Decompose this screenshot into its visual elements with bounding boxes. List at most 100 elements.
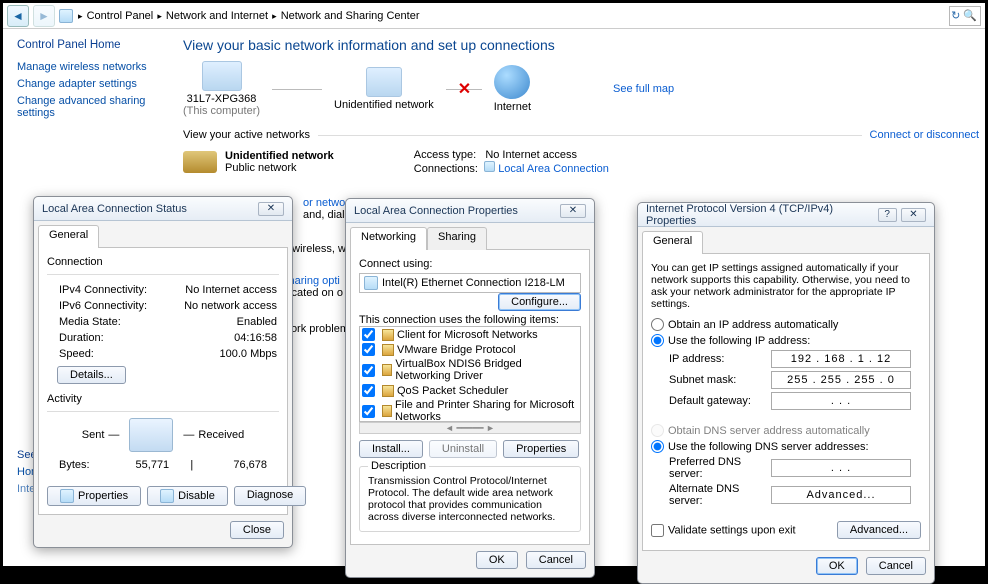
item-check[interactable] bbox=[362, 364, 375, 377]
item-properties-button[interactable]: Properties bbox=[503, 440, 579, 458]
component-item[interactable]: VMware Bridge Protocol bbox=[397, 344, 516, 356]
tab-sharing[interactable]: Sharing bbox=[427, 227, 487, 250]
search-input[interactable]: ↻ 🔍 bbox=[949, 6, 981, 26]
uses-label: This connection uses the following items… bbox=[359, 314, 581, 326]
diagnose-button[interactable]: Diagnose bbox=[234, 486, 306, 506]
dialog-connection-properties: Local Area Connection Properties ✕ Netwo… bbox=[345, 198, 595, 578]
subnet-field[interactable]: 255 . 255 . 255 . 0 bbox=[771, 371, 911, 389]
refresh-icon[interactable]: ↻ bbox=[951, 9, 960, 22]
tab-general[interactable]: General bbox=[642, 231, 703, 254]
sidebar-link-wireless[interactable]: Manage wireless networks bbox=[17, 61, 163, 73]
radio-ip-manual-label: Use the following IP address: bbox=[668, 335, 810, 347]
status-dialog-title: Local Area Connection Status bbox=[42, 203, 187, 215]
radio-ip-auto-label: Obtain an IP address automatically bbox=[668, 319, 838, 331]
close-icon[interactable]: ✕ bbox=[258, 202, 284, 216]
pref-dns-label: Preferred DNS server: bbox=[651, 456, 771, 480]
component-item[interactable]: QoS Packet Scheduler bbox=[397, 385, 508, 397]
radio-dns-manual[interactable] bbox=[651, 440, 664, 453]
connection-link[interactable]: Local Area Connection bbox=[498, 163, 609, 175]
crumb-network-internet[interactable]: Network and Internet bbox=[166, 10, 268, 22]
search-icon[interactable]: 🔍 bbox=[963, 9, 977, 22]
internet-icon bbox=[494, 65, 530, 99]
activity-group-label: Activity bbox=[47, 393, 279, 405]
connection-group-label: Connection bbox=[47, 256, 279, 268]
page-heading: View your basic network information and … bbox=[183, 37, 979, 53]
back-button[interactable]: ◄ bbox=[7, 5, 29, 27]
ok-button[interactable]: OK bbox=[816, 557, 858, 575]
component-item[interactable]: File and Printer Sharing for Microsoft N… bbox=[395, 399, 578, 422]
see-full-map-link[interactable]: See full map bbox=[613, 83, 674, 95]
speed-label: Speed: bbox=[59, 347, 164, 361]
sidebar-link-adapter[interactable]: Change adapter settings bbox=[17, 78, 163, 90]
close-icon[interactable]: ✕ bbox=[901, 208, 926, 222]
breadcrumb[interactable]: ▸ Control Panel ▸ Network and Internet ▸… bbox=[77, 10, 419, 22]
dialog-ipv4-properties: Internet Protocol Version 4 (TCP/IPv4) P… bbox=[637, 202, 935, 584]
scrollbar[interactable]: ◄ ━━━━━ ► bbox=[359, 422, 581, 434]
network-node-computer: 31L7-XPG368 (This computer) bbox=[183, 61, 260, 117]
active-networks-label: View your active networks bbox=[183, 129, 310, 141]
install-button[interactable]: Install... bbox=[359, 440, 423, 458]
item-check[interactable] bbox=[362, 405, 375, 418]
bytes-sent: 55,771 bbox=[122, 458, 183, 472]
ip-address-field[interactable]: 192 . 168 . 1 . 12 bbox=[771, 350, 911, 368]
node1-label: 31L7-XPG368 bbox=[183, 93, 260, 105]
forward-button[interactable]: ► bbox=[33, 5, 55, 27]
shield-icon bbox=[60, 489, 74, 503]
component-item[interactable]: VirtualBox NDIS6 Bridged Networking Driv… bbox=[395, 358, 578, 382]
item-check[interactable] bbox=[362, 384, 375, 397]
cancel-button[interactable]: Cancel bbox=[526, 551, 586, 569]
disable-button[interactable]: Disable bbox=[147, 486, 228, 506]
description-text: Transmission Control Protocol/Internet P… bbox=[368, 475, 572, 523]
ipv4-dialog-title: Internet Protocol Version 4 (TCP/IPv4) P… bbox=[646, 203, 878, 227]
sidebar-link-advanced[interactable]: Change advanced sharing settings bbox=[17, 95, 163, 119]
link-line-1 bbox=[272, 89, 322, 90]
component-icon bbox=[382, 364, 392, 376]
help-icon[interactable]: ? bbox=[878, 208, 897, 222]
pref-dns-field[interactable]: . . . bbox=[771, 459, 911, 477]
duration-value: 04:16:58 bbox=[166, 331, 277, 345]
subnet-label: Subnet mask: bbox=[651, 374, 771, 386]
connections-label: Connections: bbox=[414, 163, 478, 175]
item-check[interactable] bbox=[362, 328, 375, 341]
advanced-button[interactable]: Advanced... bbox=[837, 521, 921, 539]
crumb-control-panel[interactable]: Control Panel bbox=[87, 10, 154, 22]
crumb-sharing-center[interactable]: Network and Sharing Center bbox=[281, 10, 420, 22]
network-category-icon bbox=[183, 151, 217, 173]
alt-dns-field[interactable]: Advanced... bbox=[771, 486, 911, 504]
description-label: Description bbox=[368, 460, 429, 472]
radio-dns-auto-label: Obtain DNS server address automatically bbox=[668, 425, 870, 437]
properties-button[interactable]: Properties bbox=[47, 486, 141, 506]
media-label: Media State: bbox=[59, 315, 164, 329]
tab-networking[interactable]: Networking bbox=[350, 227, 427, 250]
validate-checkbox[interactable] bbox=[651, 524, 664, 537]
access-type-label: Access type: bbox=[414, 149, 476, 161]
folder-icon bbox=[59, 9, 73, 23]
components-list[interactable]: Client for Microsoft Networks VMware Bri… bbox=[359, 326, 581, 422]
nic-icon bbox=[364, 276, 378, 290]
details-button[interactable]: Details... bbox=[57, 366, 126, 384]
component-item[interactable]: Client for Microsoft Networks bbox=[397, 329, 538, 341]
component-icon bbox=[382, 405, 392, 417]
component-icon bbox=[382, 385, 394, 397]
ip-address-label: IP address: bbox=[651, 353, 771, 365]
close-icon[interactable]: ✕ bbox=[560, 204, 586, 218]
nic-name: Intel(R) Ethernet Connection I218-LM bbox=[382, 277, 565, 289]
uninstall-button[interactable]: Uninstall bbox=[429, 440, 497, 458]
cancel-button[interactable]: Cancel bbox=[866, 557, 926, 575]
connect-disconnect-link[interactable]: Connect or disconnect bbox=[870, 129, 979, 141]
network-type: Public network bbox=[225, 162, 334, 174]
ok-button[interactable]: OK bbox=[476, 551, 518, 569]
control-panel-home[interactable]: Control Panel Home bbox=[17, 39, 163, 51]
tab-general[interactable]: General bbox=[38, 225, 99, 248]
close-button[interactable]: Close bbox=[230, 521, 284, 539]
gateway-field[interactable]: . . . bbox=[771, 392, 911, 410]
configure-button[interactable]: Configure... bbox=[498, 293, 581, 311]
shield-icon bbox=[160, 489, 174, 503]
item-check[interactable] bbox=[362, 343, 375, 356]
sent-label: Sent bbox=[82, 429, 105, 441]
ipv4-value: No Internet access bbox=[166, 283, 277, 297]
radio-ip-auto[interactable] bbox=[651, 318, 664, 331]
media-value: Enabled bbox=[166, 315, 277, 329]
explorer-toolbar: ◄ ► ▸ Control Panel ▸ Network and Intern… bbox=[3, 3, 985, 29]
radio-ip-manual[interactable] bbox=[651, 334, 664, 347]
